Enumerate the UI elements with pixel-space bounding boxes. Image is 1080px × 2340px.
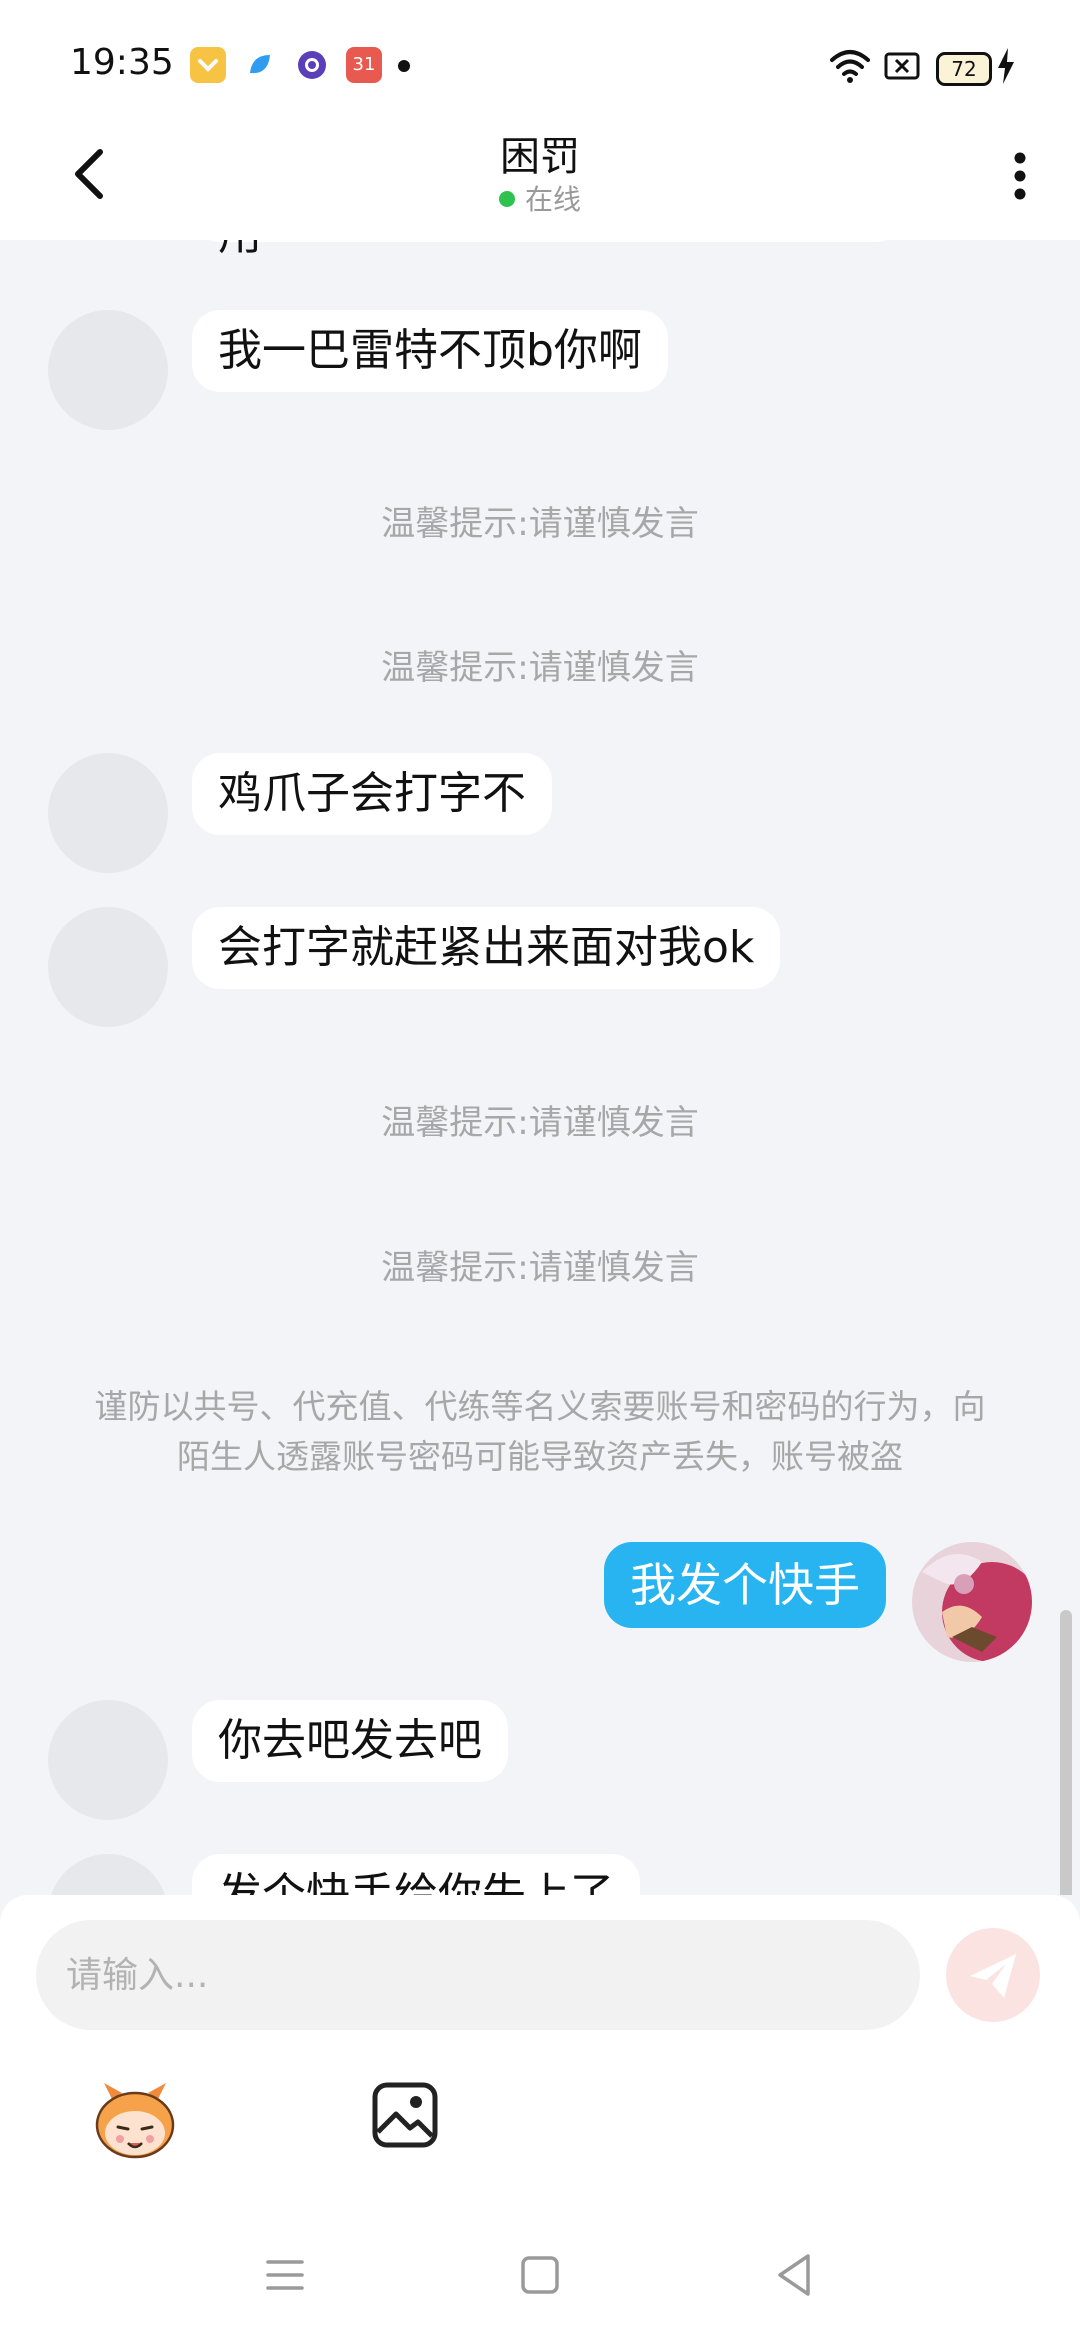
- chat-area[interactable]: 用 我一巴雷特不顶b你啊 温馨提示:请谨慎发言 温馨提示:请谨慎发言 鸡爪子会打…: [0, 240, 1080, 1895]
- status-time: 19:35: [70, 42, 174, 83]
- sender-avatar[interactable]: [48, 310, 168, 430]
- status-bar: 19:35 31 72: [0, 0, 1080, 120]
- chevron-app-icon: [190, 47, 226, 83]
- home-nav-icon[interactable]: [515, 2250, 565, 2300]
- sender-avatar[interactable]: [48, 1854, 168, 1895]
- system-notice: 温馨提示:请谨慎发言: [381, 1248, 699, 1288]
- message-bubble-incoming[interactable]: 发个快手给你失上了: [192, 1854, 640, 1895]
- sender-avatar[interactable]: [48, 753, 168, 873]
- no-sim-icon: [884, 52, 920, 80]
- message-bubble-incoming[interactable]: 用: [192, 240, 904, 260]
- purple-app-icon: [294, 47, 330, 83]
- sender-avatar[interactable]: [48, 907, 168, 1027]
- emoji-button[interactable]: [90, 2075, 180, 2165]
- emoji-mascot-icon: [95, 2083, 175, 2159]
- blue-app-icon: [242, 47, 278, 83]
- menu-nav-icon[interactable]: [260, 2250, 310, 2300]
- message-bubble-incoming[interactable]: 我一巴雷特不顶b你啊: [192, 310, 668, 392]
- sender-avatar[interactable]: [48, 1700, 168, 1820]
- contact-name: 困罚: [500, 134, 580, 180]
- message-bubble-incoming[interactable]: 你去吧发去吧: [192, 1700, 508, 1782]
- battery-icon: 72: [936, 52, 992, 86]
- back-nav-icon[interactable]: [770, 2250, 820, 2300]
- system-notice: 温馨提示:请谨慎发言: [381, 648, 699, 688]
- image-button[interactable]: [370, 2080, 440, 2150]
- security-warning: 谨防以共号、代充值、代练等名义索要账号和密码的行为，向陌生人透露账号密码可能导致…: [94, 1387, 986, 1476]
- my-avatar[interactable]: [912, 1542, 1032, 1662]
- message-bubble-outgoing[interactable]: 我发个快手: [604, 1542, 886, 1628]
- message-bubble-incoming[interactable]: 鸡爪子会打字不: [192, 753, 552, 835]
- notification-dot: [398, 60, 410, 72]
- image-icon: [372, 2082, 438, 2148]
- online-status-label: 在线: [524, 183, 581, 216]
- send-icon: [970, 1954, 1016, 1998]
- online-dot: [498, 191, 515, 207]
- message-input[interactable]: [36, 1920, 920, 2030]
- more-vertical-icon: [1014, 152, 1026, 200]
- more-button[interactable]: [1000, 140, 1040, 210]
- input-panel: [0, 1895, 1080, 2340]
- wifi-icon: [830, 50, 870, 83]
- system-notice: 温馨提示:请谨慎发言: [381, 1103, 699, 1143]
- charging-icon: [998, 48, 1014, 84]
- system-nav-bar: [0, 2220, 1080, 2340]
- send-button[interactable]: [946, 1928, 1040, 2022]
- message-bubble-incoming[interactable]: 会打字就赶紧出来面对我ok: [192, 907, 781, 989]
- avatar-image: [912, 1542, 1032, 1662]
- online-status: 在线: [0, 178, 1080, 218]
- chat-header: 困罚 在线: [0, 120, 1080, 240]
- calendar-app-icon: 31: [346, 47, 382, 83]
- system-notice: 温馨提示:请谨慎发言: [381, 504, 699, 544]
- message-text: 用: [218, 240, 262, 260]
- chat-scrollbar[interactable]: [1060, 1610, 1072, 1895]
